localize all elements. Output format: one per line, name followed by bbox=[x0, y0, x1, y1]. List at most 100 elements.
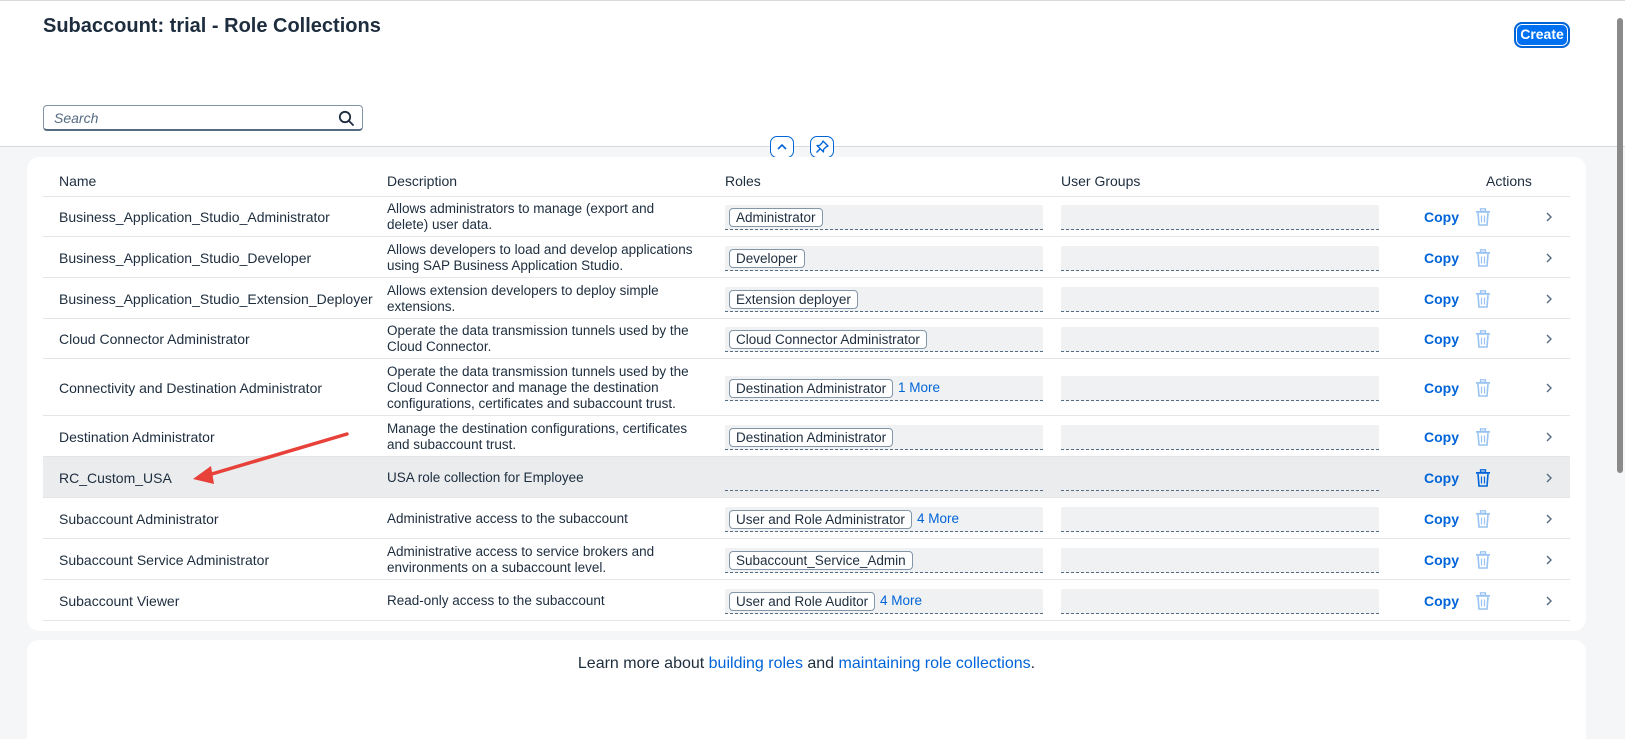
description-line: Cloud Connector and manage the destinati… bbox=[387, 379, 659, 395]
copy-button[interactable]: Copy bbox=[1424, 380, 1459, 396]
table-row[interactable]: Business_Application_Studio_Developer All… bbox=[43, 237, 1570, 278]
copy-button[interactable]: Copy bbox=[1424, 552, 1459, 568]
roles-field[interactable]: Cloud Connector Administrator bbox=[725, 327, 1043, 352]
table-row[interactable]: Connectivity and Destination Administrat… bbox=[43, 359, 1570, 416]
user-groups-field[interactable] bbox=[1061, 588, 1379, 614]
chevron-right-icon[interactable] bbox=[1544, 292, 1554, 306]
role-token[interactable]: Destination Administrator bbox=[729, 427, 894, 447]
user-groups-field[interactable] bbox=[1061, 245, 1379, 271]
trash-icon[interactable] bbox=[1475, 289, 1491, 308]
table-row[interactable]: Subaccount Administrator Administrative a… bbox=[43, 498, 1570, 539]
table-row[interactable]: Subaccount Service Administrator Administ… bbox=[43, 539, 1570, 580]
trash-icon[interactable] bbox=[1475, 509, 1491, 528]
role-token[interactable]: Destination Administrator bbox=[729, 378, 894, 398]
user-groups-field[interactable] bbox=[1061, 286, 1379, 312]
roles-field[interactable]: Destination Administrator bbox=[725, 424, 1043, 450]
column-header-description[interactable]: Description bbox=[387, 173, 457, 189]
roles-field[interactable]: User and Role Auditor 4 More bbox=[725, 588, 1043, 614]
role-token[interactable]: Administrator bbox=[729, 208, 823, 227]
pin-icon bbox=[816, 140, 829, 153]
roles-field[interactable]: Administrator bbox=[725, 205, 1043, 230]
footer-middle: and bbox=[802, 655, 839, 672]
copy-button[interactable]: Copy bbox=[1424, 250, 1459, 266]
row-description: Administrative access to the subaccount bbox=[387, 511, 707, 527]
table-row[interactable]: Subaccount Viewer Read-only access to the… bbox=[43, 580, 1570, 621]
more-roles-link[interactable]: 1 More bbox=[898, 380, 940, 395]
roles-field[interactable]: Subaccount_Service_Admin bbox=[725, 547, 1043, 573]
row-description: USA role collection for Employee bbox=[387, 470, 707, 486]
role-token[interactable]: Developer bbox=[729, 248, 805, 268]
building-roles-link[interactable]: building roles bbox=[709, 655, 803, 672]
copy-button[interactable]: Copy bbox=[1424, 593, 1459, 609]
role-token[interactable]: User and Role Auditor bbox=[729, 591, 876, 611]
table-row[interactable]: Business_Application_Studio_Extension_De… bbox=[43, 278, 1570, 319]
user-groups-field[interactable] bbox=[1061, 205, 1379, 230]
more-roles-link[interactable]: 4 More bbox=[880, 593, 922, 608]
vertical-scrollbar[interactable] bbox=[1617, 18, 1623, 473]
copy-button[interactable]: Copy bbox=[1424, 291, 1459, 307]
roles-field[interactable] bbox=[725, 466, 1043, 491]
description-line: Manage the destination configurations, c… bbox=[387, 420, 688, 436]
user-groups-field[interactable] bbox=[1061, 506, 1379, 532]
maintaining-role-collections-link[interactable]: maintaining role collections bbox=[839, 655, 1031, 672]
create-button[interactable]: Create bbox=[1514, 22, 1570, 48]
copy-button[interactable]: Copy bbox=[1424, 470, 1459, 486]
row-name: Connectivity and Destination Administrat… bbox=[59, 379, 323, 396]
column-header-user-groups[interactable]: User Groups bbox=[1061, 173, 1140, 189]
trash-icon[interactable] bbox=[1475, 208, 1491, 226]
user-groups-field[interactable] bbox=[1061, 424, 1379, 450]
trash-icon[interactable] bbox=[1475, 550, 1491, 569]
chevron-right-icon[interactable] bbox=[1544, 251, 1554, 265]
chevron-right-icon[interactable] bbox=[1544, 512, 1554, 526]
roles-field[interactable]: Extension deployer bbox=[725, 286, 1043, 312]
chevron-right-icon[interactable] bbox=[1544, 594, 1554, 608]
role-collections-table: Name Description Roles User Groups Actio… bbox=[27, 157, 1586, 631]
user-groups-field[interactable] bbox=[1061, 547, 1379, 573]
pin-header-button[interactable] bbox=[810, 136, 834, 158]
learn-more-text: Learn more about building roles and main… bbox=[27, 655, 1586, 673]
roles-field[interactable]: User and Role Administrator 4 More bbox=[725, 506, 1043, 532]
role-token[interactable]: Subaccount_Service_Admin bbox=[729, 550, 913, 570]
trash-icon[interactable] bbox=[1475, 378, 1491, 397]
copy-button[interactable]: Copy bbox=[1424, 511, 1459, 527]
copy-button[interactable]: Copy bbox=[1424, 209, 1459, 225]
role-token[interactable]: Extension deployer bbox=[729, 289, 858, 309]
table-row[interactable]: Destination Administrator Manage the dest… bbox=[43, 416, 1570, 457]
search-input[interactable] bbox=[54, 110, 324, 126]
trash-icon[interactable] bbox=[1475, 591, 1491, 610]
user-groups-field[interactable] bbox=[1061, 327, 1379, 352]
row-description: Administrative access to service brokers… bbox=[387, 544, 707, 576]
copy-button[interactable]: Copy bbox=[1424, 429, 1459, 445]
roles-field[interactable]: Developer bbox=[725, 245, 1043, 271]
search-icon[interactable] bbox=[338, 110, 355, 127]
chevron-right-icon[interactable] bbox=[1544, 430, 1554, 444]
row-name: Subaccount Viewer bbox=[59, 592, 180, 609]
role-token[interactable]: Cloud Connector Administrator bbox=[729, 330, 927, 349]
table-row[interactable]: Cloud Connector Administrator Operate the… bbox=[43, 319, 1570, 359]
copy-button[interactable]: Copy bbox=[1424, 331, 1459, 347]
row-description: Operate the data transmission tunnels us… bbox=[387, 323, 707, 355]
table-row[interactable]: Business_Application_Studio_Administrato… bbox=[43, 197, 1570, 237]
chevron-right-icon[interactable] bbox=[1544, 332, 1554, 346]
row-name: RC_Custom_USA bbox=[59, 469, 172, 486]
chevron-right-icon[interactable] bbox=[1544, 553, 1554, 567]
trash-icon[interactable] bbox=[1475, 248, 1491, 267]
row-name: Business_Application_Studio_Administrato… bbox=[59, 209, 330, 225]
trash-icon[interactable] bbox=[1475, 330, 1491, 348]
user-groups-field[interactable] bbox=[1061, 466, 1379, 491]
role-token[interactable]: User and Role Administrator bbox=[729, 509, 912, 529]
trash-icon[interactable] bbox=[1475, 468, 1491, 487]
chevron-right-icon[interactable] bbox=[1544, 210, 1554, 224]
chevron-right-icon[interactable] bbox=[1544, 381, 1554, 395]
trash-icon[interactable] bbox=[1475, 427, 1491, 446]
more-roles-link[interactable]: 4 More bbox=[917, 511, 959, 526]
table-row[interactable]: RC_Custom_USA USA role collection for Emp… bbox=[43, 457, 1570, 498]
row-name: Cloud Connector Administrator bbox=[59, 331, 250, 347]
roles-field[interactable]: Destination Administrator 1 More bbox=[725, 375, 1043, 401]
column-header-roles[interactable]: Roles bbox=[725, 173, 761, 189]
column-header-name[interactable]: Name bbox=[59, 173, 96, 189]
user-groups-field[interactable] bbox=[1061, 375, 1379, 401]
collapse-header-button[interactable] bbox=[770, 136, 794, 158]
search-field[interactable] bbox=[43, 105, 363, 131]
chevron-right-icon[interactable] bbox=[1544, 471, 1554, 485]
